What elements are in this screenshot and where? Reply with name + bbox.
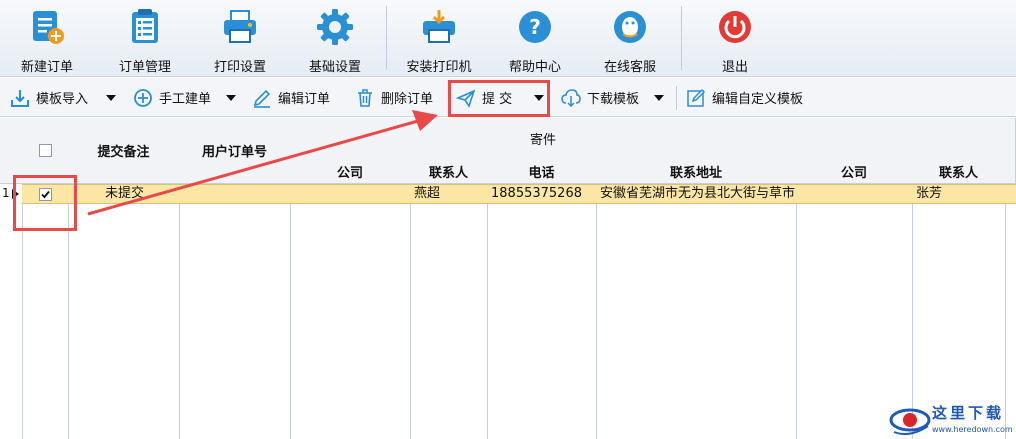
watermark-text: 这里下载	[932, 404, 1005, 422]
annotation-arrow	[87, 110, 438, 216]
watermark-url: www.heredown.com	[932, 425, 1013, 434]
